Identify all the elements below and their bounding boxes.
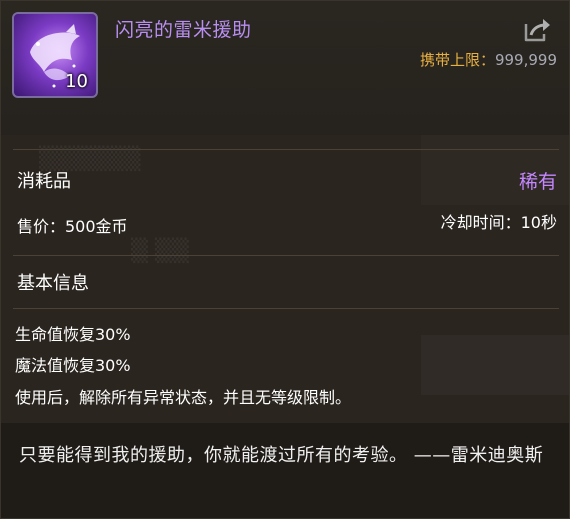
effect-line: 魔法值恢复30% (15, 356, 131, 375)
fairy-wing-icon[interactable]: 10 (12, 12, 98, 98)
item-rarity: 稀有 (518, 171, 557, 193)
background-overlay (421, 335, 569, 395)
section-title: 基本信息 (17, 273, 89, 294)
carry-limit-label: 携带上限： (419, 51, 495, 69)
item-tooltip: 10 闪亮的雷米援助 携带上限：999,999 ▒▒▒▒▒▒ ▒ ▒▒ 消耗品 … (0, 0, 570, 519)
item-type: 消耗品 (17, 171, 71, 192)
stack-count: 10 (65, 71, 88, 92)
flavor-section: 只要能得到我的援助，你就能渡过所有的考验。 ——雷米迪奥斯 (1, 423, 569, 518)
background-overlay: ▒ ▒▒ (131, 239, 189, 264)
carry-limit-value: 999,999 (494, 51, 557, 69)
flavor-quote: 只要能得到我的援助，你就能渡过所有的考验。 ——雷米迪奥斯 (19, 445, 544, 466)
effect-line: 使用后，解除所有异常状态，并且无等级限制。 (15, 388, 352, 407)
effect-line: 生命值恢复30% (15, 325, 131, 344)
divider (13, 149, 559, 150)
sale-price: 售价：500金币 (17, 217, 128, 236)
divider (13, 255, 559, 256)
cooldown: 冷却时间：10秒 (440, 213, 557, 232)
item-name: 闪亮的雷米援助 (115, 19, 252, 41)
share-arrow-icon[interactable] (522, 14, 552, 44)
tooltip-header: 10 闪亮的雷米援助 携带上限：999,999 (1, 1, 569, 135)
carry-limit: 携带上限：999,999 (420, 49, 557, 70)
divider (13, 308, 559, 309)
tooltip-body: ▒▒▒▒▒▒ ▒ ▒▒ 消耗品 稀有 售价：500金币 冷却时间：10秒 基本信… (1, 135, 569, 423)
